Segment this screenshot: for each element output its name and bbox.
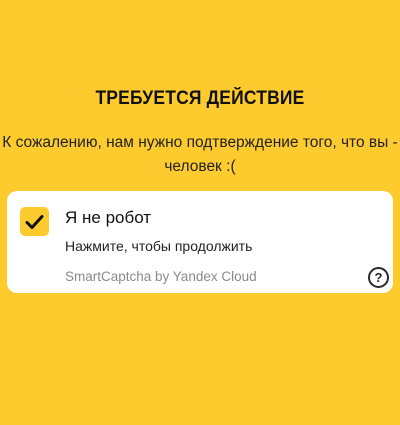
checkmark-icon (25, 214, 44, 229)
captcha-subtitle: Нажмите, чтобы продолжить (65, 238, 253, 254)
captcha-title: Я не робот (65, 208, 152, 227)
captcha-brand: SmartCaptcha by Yandex Cloud (65, 269, 257, 284)
captcha-card[interactable]: Я не робот Нажмите, чтобы продолжить Sma… (7, 191, 393, 293)
question-circle-icon[interactable]: ? (368, 267, 389, 288)
message-line-1: К сожалению, нам нужно подтверждение тог… (2, 134, 398, 151)
message-line-2: человек :( (164, 158, 236, 175)
page-title: ТРЕБУЕТСЯ ДЕЙСТВИЕ (95, 88, 305, 109)
not-robot-checkbox[interactable] (20, 207, 49, 236)
confirmation-message: К сожалению, нам нужно подтверждение тог… (2, 131, 398, 179)
